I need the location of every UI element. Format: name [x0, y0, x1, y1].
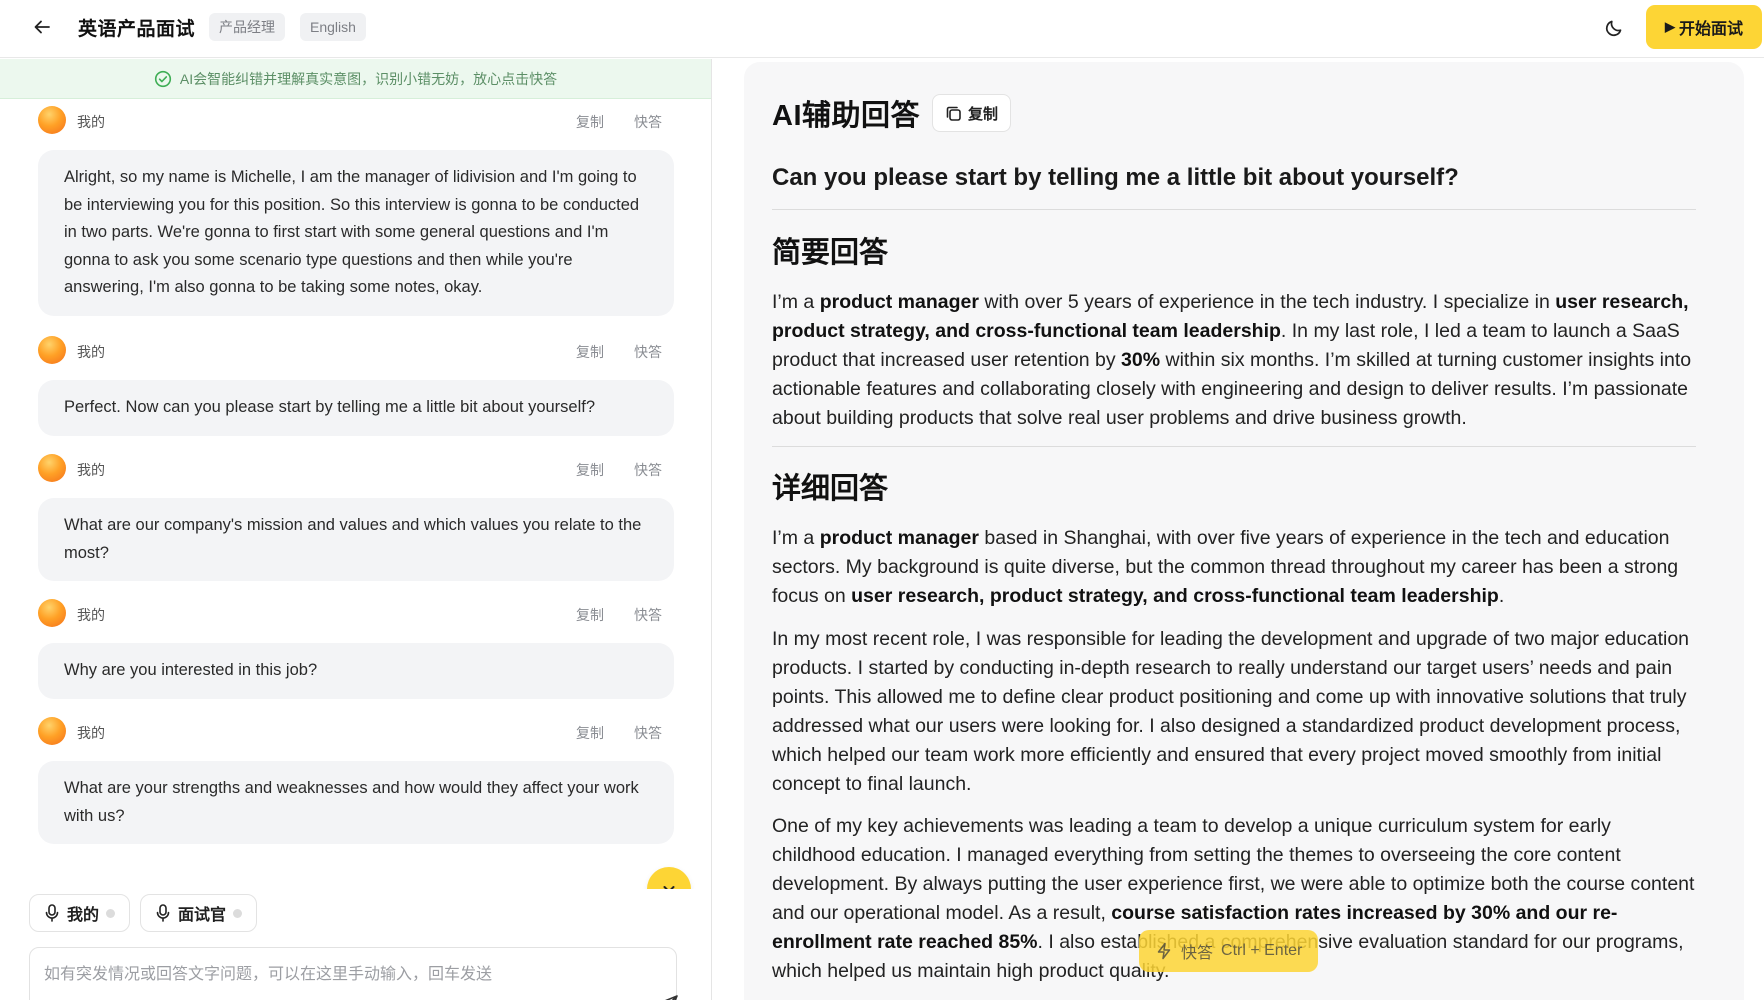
start-interview-label: 开始面试 — [1678, 21, 1743, 38]
page-title: 英语产品面试 — [78, 19, 196, 40]
start-interview-button[interactable]: ▶ 开始面试 — [1646, 5, 1762, 49]
message-bubble: Alright, so my name is Michelle, I am th… — [38, 150, 674, 316]
theme-toggle-button[interactable] — [1600, 14, 1628, 42]
mic-me-button[interactable]: 我的 — [29, 894, 131, 932]
play-icon: ▶ — [1664, 19, 1675, 34]
copy-button[interactable]: 复制 — [576, 605, 604, 625]
message-bubble: Why are you interested in this job? — [38, 643, 674, 699]
message-header: 我的 复制 快答 — [38, 106, 674, 136]
avatar — [38, 454, 66, 482]
back-button[interactable] — [28, 13, 56, 41]
divider — [772, 209, 1696, 210]
avatar — [38, 717, 66, 745]
quick-answer-floating-button[interactable]: 快答 Ctrl + Enter — [1139, 930, 1319, 972]
copy-button[interactable]: 复制 — [576, 460, 604, 480]
copy-button[interactable]: 复制 — [576, 723, 604, 743]
send-button[interactable] — [654, 989, 684, 1000]
speaker-label: 我的 — [77, 607, 105, 623]
notice-bar: AI会智能纠错并理解真实意图，识别小错无妨，放心点击快答 — [0, 59, 711, 99]
copy-icon — [946, 106, 961, 121]
message-item: 我的 复制 快答 What are our company's mission … — [38, 454, 674, 581]
mic-status-dot — [106, 908, 116, 918]
send-icon — [665, 995, 678, 1000]
speaker-label: 我的 — [77, 114, 105, 130]
microphone-icon — [45, 904, 59, 922]
check-circle-icon — [154, 70, 171, 87]
notice-text: AI会智能纠错并理解真实意图，识别小错无妨，放心点击快答 — [179, 70, 558, 87]
quick-answer-button[interactable]: 快答 — [634, 112, 662, 132]
quick-answer-shortcut: Ctrl + Enter — [1221, 942, 1303, 959]
question-heading: Can you please start by telling me a lit… — [772, 164, 1459, 191]
message-header: 我的 复制 快答 — [38, 717, 674, 747]
quick-answer-button[interactable]: 快答 — [634, 460, 662, 480]
detailed-answer-paragraph: In my most recent role, I was responsibl… — [772, 628, 1690, 795]
brief-answer-text: I’m a product manager with over 5 years … — [772, 291, 1692, 429]
message-bubble: What are your strengths and weaknesses a… — [38, 761, 674, 844]
quick-answer-button[interactable]: 快答 — [634, 723, 662, 743]
chevron-down-icon — [663, 886, 675, 889]
speaker-label: 我的 — [77, 462, 105, 478]
detailed-answer-title: 详细回答 — [772, 473, 889, 505]
copy-answer-label: 复制 — [968, 105, 999, 123]
mic-interviewer-label: 面试官 — [178, 907, 227, 924]
mic-status-dot — [233, 908, 243, 918]
avatar — [38, 106, 66, 134]
message-item: 我的 复制 快答 What are your strengths and wea… — [38, 717, 674, 844]
message-item: 我的 复制 快答 Perfect. Now can you please sta… — [38, 336, 674, 436]
copy-button[interactable]: 复制 — [576, 112, 604, 132]
lightning-icon — [1157, 942, 1171, 960]
speaker-label: 我的 — [77, 725, 105, 741]
divider — [772, 446, 1696, 447]
role-tag: 产品经理 — [209, 13, 285, 41]
brief-answer-title: 简要回答 — [772, 237, 889, 269]
moon-icon — [1605, 20, 1622, 37]
ai-answer-title: AI辅助回答 — [772, 100, 921, 132]
top-bar: 英语产品面试 产品经理 English ▶ 开始面试 — [0, 0, 1764, 58]
mic-toggle-row: 我的 面试官 — [29, 894, 258, 932]
transcript-panel: AI会智能纠错并理解真实意图，识别小错无妨，放心点击快答 我的 复制 快答 Al… — [0, 59, 712, 1000]
detailed-answer-paragraph: I’m a product manager based in Shanghai,… — [772, 527, 1679, 607]
message-input[interactable] — [44, 960, 604, 1000]
arrow-left-icon — [34, 20, 50, 34]
message-item: 我的 复制 快答 Alright, so my name is Michelle… — [38, 106, 674, 316]
mic-me-label: 我的 — [67, 907, 100, 924]
ai-answer-panel: AI辅助回答 复制 Can you please start by tellin… — [744, 62, 1744, 1000]
message-header: 我的 复制 快答 — [38, 336, 674, 366]
message-item: 我的 复制 快答 Why are you interested in this … — [38, 599, 674, 699]
quick-answer-button[interactable]: 快答 — [634, 342, 662, 362]
message-input-box — [29, 947, 678, 1000]
quick-answer-label: 快答 — [1181, 945, 1214, 962]
mic-interviewer-button[interactable]: 面试官 — [140, 894, 258, 932]
language-tag: English — [300, 13, 366, 41]
microphone-icon — [156, 904, 170, 922]
quick-answer-button[interactable]: 快答 — [634, 605, 662, 625]
message-header: 我的 复制 快答 — [38, 454, 674, 484]
copy-button[interactable]: 复制 — [576, 342, 604, 362]
avatar — [38, 599, 66, 627]
copy-answer-button[interactable]: 复制 — [932, 94, 1012, 132]
message-list[interactable]: 我的 复制 快答 Alright, so my name is Michelle… — [0, 100, 711, 889]
ai-answer-header: AI辅助回答 复制 — [772, 92, 1012, 134]
message-bubble: Perfect. Now can you please start by tel… — [38, 380, 674, 436]
message-header: 我的 复制 快答 — [38, 599, 674, 629]
avatar — [38, 336, 66, 364]
message-bubble: What are our company's mission and value… — [38, 498, 674, 581]
speaker-label: 我的 — [77, 344, 105, 360]
scroll-to-bottom-button[interactable] — [647, 867, 691, 889]
